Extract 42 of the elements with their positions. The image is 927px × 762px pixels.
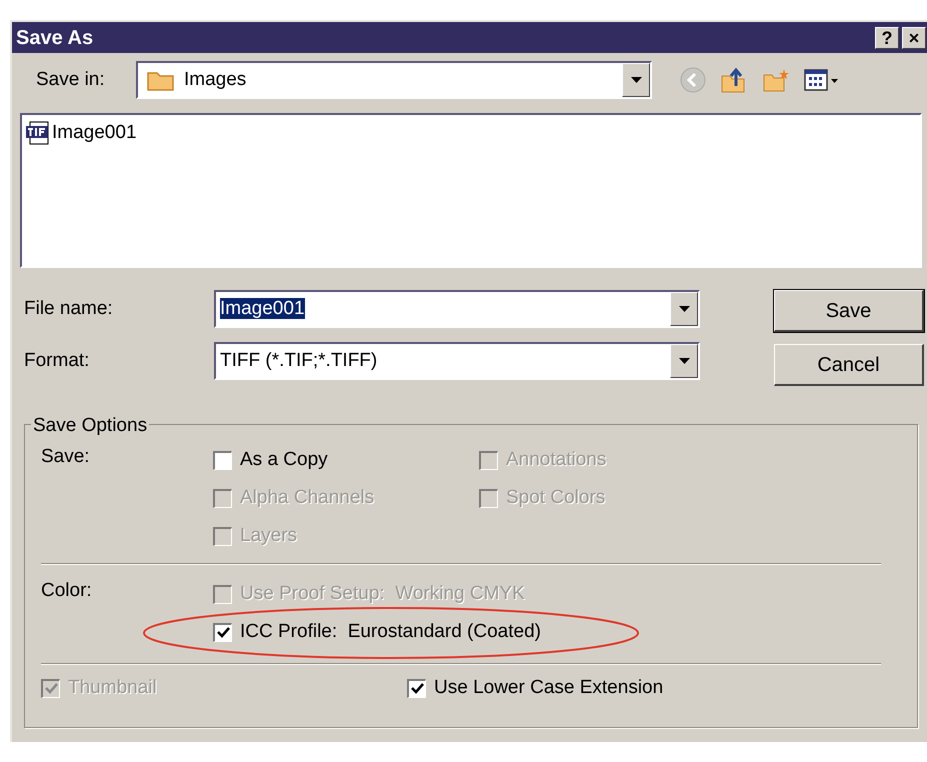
tif-file-icon bbox=[26, 121, 50, 146]
checkbox-label: Spot Colors bbox=[506, 486, 606, 510]
format-label: Format: bbox=[24, 348, 90, 373]
format-dropdown[interactable]: TIFF (*.TIF;*.TIFF) bbox=[214, 342, 700, 380]
caret-icon bbox=[678, 358, 690, 364]
file-name-combobox[interactable]: Image001 bbox=[214, 290, 700, 328]
checkbox-label: Alpha Channels bbox=[240, 486, 374, 510]
dropdown-button[interactable] bbox=[622, 63, 650, 97]
save-in-value: Images bbox=[184, 68, 248, 92]
view-menu-icon[interactable] bbox=[804, 68, 840, 92]
caret-icon bbox=[678, 306, 690, 312]
checkmark-icon bbox=[44, 683, 58, 694]
checkbox-label: ICC Profile: Eurostandard (Coated) bbox=[240, 620, 541, 644]
dropdown-button[interactable] bbox=[670, 344, 698, 378]
file-name-value: Image001 bbox=[220, 298, 305, 319]
caret-icon bbox=[630, 77, 642, 83]
file-name-label: File name: bbox=[24, 296, 114, 321]
save-button[interactable]: Save bbox=[774, 290, 924, 332]
checkmark-icon bbox=[216, 627, 230, 638]
help-button[interactable]: ? bbox=[875, 26, 899, 48]
checkbox[interactable] bbox=[213, 622, 232, 642]
dropdown-button[interactable] bbox=[670, 292, 698, 326]
checkbox-label: As a Copy bbox=[240, 448, 328, 472]
checkmark-icon bbox=[410, 683, 424, 694]
save-label: Save: bbox=[41, 445, 91, 469]
checkbox-label: Thumbnail bbox=[68, 676, 157, 700]
window-title: Save As bbox=[16, 26, 94, 50]
back-icon[interactable] bbox=[680, 67, 706, 93]
file-item[interactable]: Image001 bbox=[26, 119, 137, 148]
checkbox[interactable] bbox=[213, 450, 232, 470]
save-in-dropdown[interactable]: Images bbox=[136, 61, 652, 99]
checkbox-label: Use Proof Setup: Working CMYK bbox=[240, 582, 525, 606]
format-value: TIFF (*.TIF;*.TIFF) bbox=[220, 350, 378, 371]
close-button[interactable]: × bbox=[902, 26, 926, 48]
checkbox-label: Layers bbox=[240, 524, 298, 548]
file-name: Image001 bbox=[52, 121, 137, 145]
checkbox[interactable] bbox=[407, 678, 426, 698]
color-label: Color: bbox=[41, 579, 93, 603]
save-in-label: Save in: bbox=[36, 68, 106, 92]
cancel-button[interactable]: Cancel bbox=[774, 344, 924, 386]
checkbox-label: Annotations bbox=[506, 448, 606, 472]
checkbox-label: Use Lower Case Extension bbox=[434, 676, 664, 700]
